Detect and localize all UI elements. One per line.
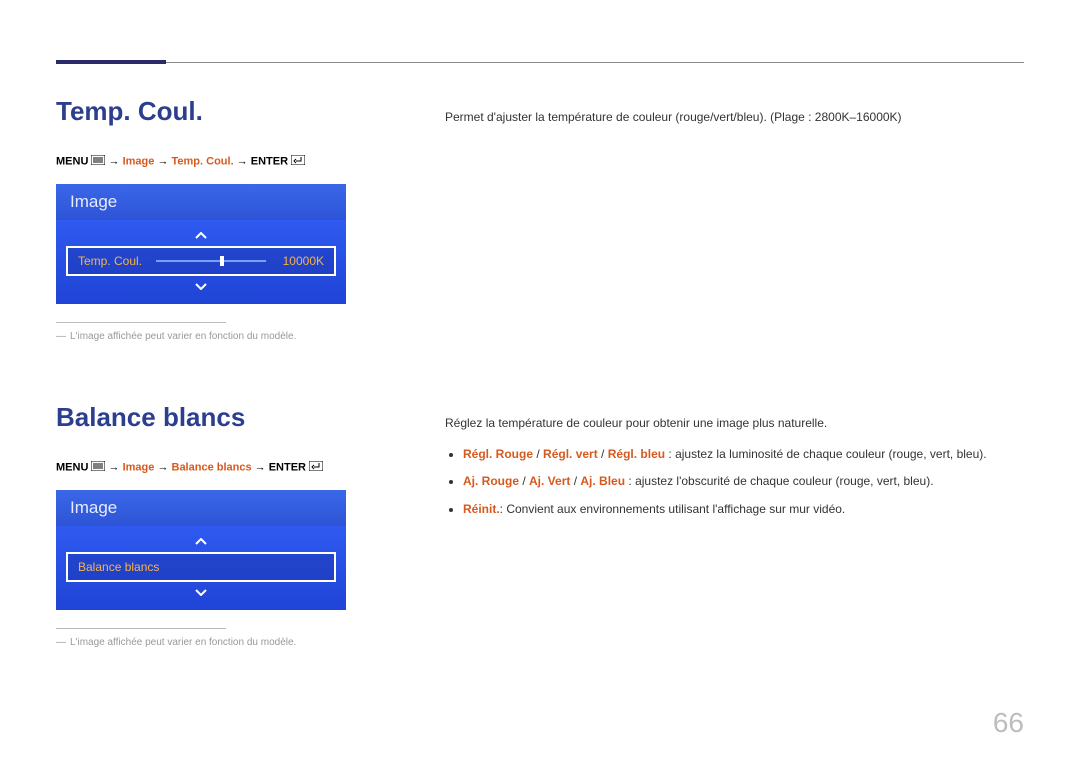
enter-label: ENTER	[269, 461, 309, 473]
enter-icon	[291, 155, 305, 168]
list-item: Aj. Rouge / Aj. Vert / Aj. Bleu : ajuste…	[463, 472, 1024, 491]
chevron-down-icon	[66, 276, 336, 296]
menu-label: MENU	[56, 155, 91, 167]
section1-title: Temp. Coul.	[56, 96, 411, 127]
menu-icon	[91, 155, 105, 168]
osd-row-label: Balance blancs	[78, 560, 159, 574]
section2-bullet-list: Régl. Rouge / Régl. vert / Régl. bleu : …	[445, 445, 1024, 519]
menu-label: MENU	[56, 461, 91, 473]
osd-row-label: Temp. Coul.	[78, 254, 142, 268]
slider-icon	[156, 258, 266, 264]
top-divider	[56, 60, 1024, 64]
osd-header: Image	[56, 490, 346, 526]
osd-header: Image	[56, 184, 346, 220]
enter-icon	[309, 461, 323, 474]
section1-footnote: ―L'image affichée peut varier en fonctio…	[56, 331, 411, 342]
section2-footnote: ―L'image affichée peut varier en fonctio…	[56, 637, 411, 648]
section1-description: Permet d'ajuster la température de coule…	[445, 108, 1024, 127]
menu-icon	[91, 461, 105, 474]
chevron-up-icon	[66, 226, 336, 246]
section2-menu-path: MENU → Image → Balance blancs → ENTER	[56, 461, 411, 474]
page-number: 66	[993, 707, 1024, 739]
footnote-divider	[56, 628, 226, 629]
chevron-down-icon	[66, 582, 336, 602]
osd-row-value: 10000K	[276, 254, 324, 268]
osd-selected-row: Balance blancs	[66, 552, 336, 582]
footnote-divider	[56, 322, 226, 323]
osd-panel-balance-blancs: Image Balance blancs	[56, 490, 346, 610]
list-item: Réinit.: Convient aux environnements uti…	[463, 500, 1024, 519]
section2-title: Balance blancs	[56, 402, 411, 433]
section1-menu-path: MENU → Image → Temp. Coul. → ENTER	[56, 155, 411, 168]
osd-selected-row: Temp. Coul. 10000K	[66, 246, 336, 276]
osd-panel-temp-coul: Image Temp. Coul. 10000K	[56, 184, 346, 304]
section2-intro: Réglez la température de couleur pour ob…	[445, 414, 1024, 433]
enter-label: ENTER	[251, 155, 291, 167]
chevron-up-icon	[66, 532, 336, 552]
list-item: Régl. Rouge / Régl. vert / Régl. bleu : …	[463, 445, 1024, 464]
